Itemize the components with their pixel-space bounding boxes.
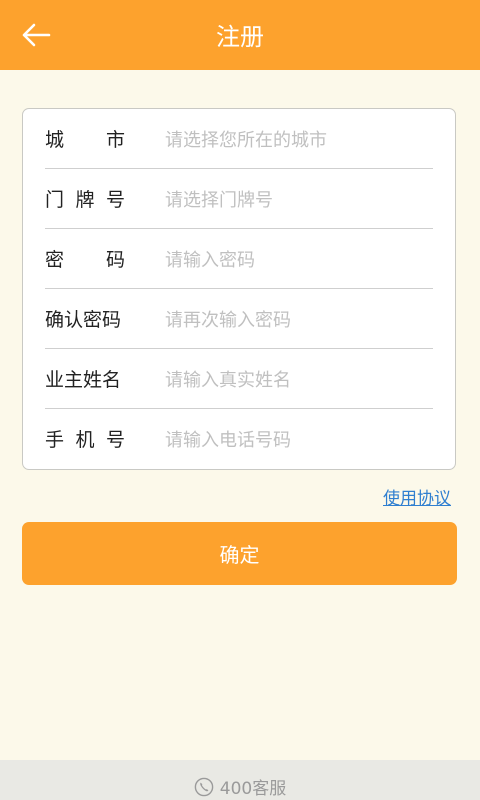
password-label: 密 码 (45, 249, 125, 271)
form-row-phone: 手 机 号 (23, 409, 455, 469)
house-number-input[interactable] (165, 183, 425, 217)
confirm-password-label: 确认密码 (45, 309, 122, 331)
owner-name-input[interactable] (165, 363, 425, 397)
page-title: 注册 (216, 23, 264, 51)
form-row-city: 城 市 (23, 109, 455, 169)
owner-name-label: 业主姓名 (45, 369, 122, 391)
form-row-password: 密 码 (23, 229, 455, 289)
phone-icon (194, 777, 214, 796)
phone-label: 手 机 号 (45, 429, 125, 451)
customer-service-label: 400客服 (219, 779, 287, 799)
user-agreement-link[interactable]: 使用协议 (383, 484, 451, 509)
form-row-house-number: 门 牌 号 (23, 169, 455, 229)
confirm-password-input[interactable] (165, 303, 425, 337)
confirm-button[interactable]: 确定 (22, 522, 457, 585)
password-input[interactable] (165, 243, 425, 277)
city-label: 城 市 (45, 129, 125, 151)
phone-input[interactable] (165, 423, 425, 457)
customer-service-button[interactable]: 400客服 (0, 774, 480, 799)
city-input[interactable] (165, 123, 425, 157)
form-row-confirm-password: 确认密码 (23, 289, 455, 349)
house-number-label: 门 牌 号 (45, 189, 125, 211)
top-bar: 注册 (0, 0, 480, 70)
form-row-owner-name: 业主姓名 (23, 349, 455, 409)
footer: 400客服 (0, 760, 480, 800)
registration-form: 城 市 门 牌 号 密 码 确认密码 业主姓名 手 机 (22, 108, 456, 470)
